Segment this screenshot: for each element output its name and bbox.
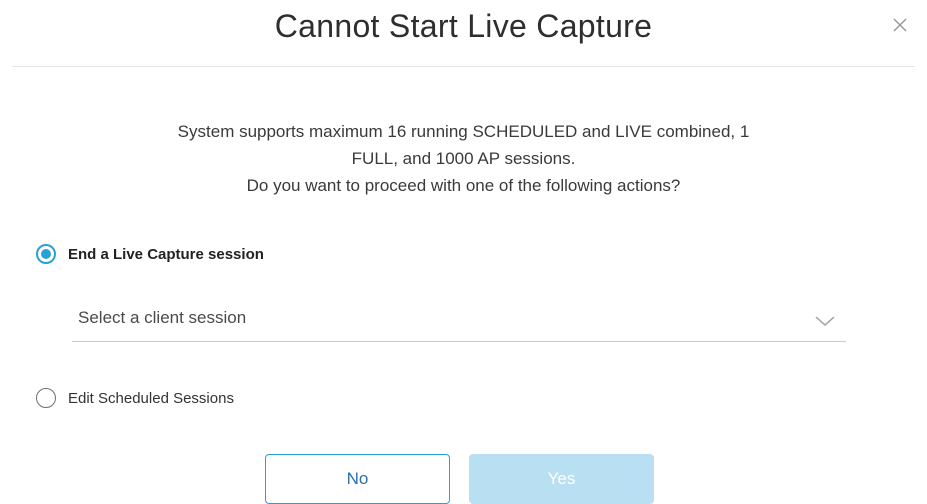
message-line: Do you want to proceed with one of the f…: [246, 176, 681, 195]
no-button[interactable]: No: [265, 454, 450, 504]
client-session-select[interactable]: Select a client session: [72, 298, 846, 342]
message-line: FULL, and 1000 AP sessions.: [351, 149, 576, 168]
close-icon: [893, 18, 907, 32]
option-label: Edit Scheduled Sessions: [68, 389, 234, 407]
client-session-placeholder: Select a client session: [78, 308, 247, 327]
dialog-message: System supports maximum 16 running SCHED…: [20, 118, 907, 199]
title-divider: [12, 66, 915, 67]
radio-button-selected[interactable]: [36, 244, 56, 264]
yes-button[interactable]: Yes: [469, 454, 654, 504]
message-line: System supports maximum 16 running SCHED…: [177, 122, 750, 141]
chevron-down-icon[interactable]: [814, 314, 836, 332]
radio-button-unselected[interactable]: [36, 388, 56, 408]
dialog-title: Cannot Start Live Capture: [274, 8, 653, 44]
live-capture-dialog: Cannot Start Live Capture System support…: [0, 0, 927, 504]
close-button[interactable]: [885, 10, 915, 40]
option-label: End a Live Capture session: [68, 245, 264, 263]
option-end-live-capture[interactable]: End a Live Capture session: [36, 244, 264, 264]
option-edit-scheduled-sessions[interactable]: Edit Scheduled Sessions: [36, 388, 234, 408]
